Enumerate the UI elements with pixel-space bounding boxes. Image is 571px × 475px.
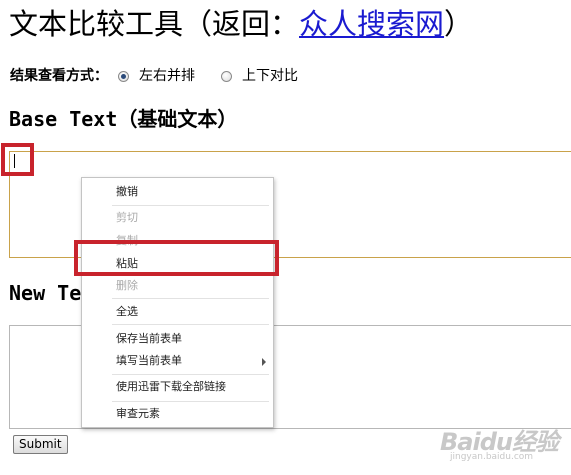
new-text-heading: New Te bbox=[9, 281, 82, 305]
baidu-watermark: Baidu经验 jingyan.baidu.com bbox=[440, 418, 570, 470]
menu-item-delete[interactable]: 删除 bbox=[116, 279, 138, 293]
home-link[interactable]: 众人搜索网 bbox=[299, 7, 444, 41]
menu-separator bbox=[112, 298, 269, 299]
menu-separator bbox=[112, 324, 269, 325]
context-menu: 撤销 剪切 复制 粘贴 删除 全选 保存当前表单 填写当前表单 使用迅雷下载全部… bbox=[81, 177, 274, 428]
radio-unchecked-icon[interactable] bbox=[221, 70, 232, 82]
menu-item-thunder-download[interactable]: 使用迅雷下载全部链接 bbox=[116, 380, 226, 394]
radio-side-by-side-label: 左右并排 bbox=[139, 68, 195, 84]
menu-separator bbox=[112, 401, 269, 402]
submit-button[interactable]: Submit bbox=[13, 435, 68, 454]
menu-item-inspect[interactable]: 审查元素 bbox=[116, 407, 160, 421]
title-suffix: ） bbox=[444, 7, 474, 41]
base-text-heading: Base Text（基础文本） bbox=[9, 107, 238, 131]
watermark-url: jingyan.baidu.com bbox=[450, 452, 534, 462]
submenu-arrow-icon bbox=[262, 358, 266, 366]
radio-top-bottom-label: 上下对比 bbox=[242, 68, 298, 84]
menu-item-cut[interactable]: 剪切 bbox=[116, 211, 138, 225]
view-mode-row: 结果查看方式： 左右并排 上下对比 bbox=[10, 66, 324, 86]
menu-item-save-form[interactable]: 保存当前表单 bbox=[116, 332, 182, 346]
page-title: 文本比较工具（返回：众人搜索网） bbox=[9, 6, 473, 42]
menu-separator bbox=[112, 374, 269, 375]
menu-item-select-all[interactable]: 全选 bbox=[116, 305, 138, 319]
title-prefix: 文本比较工具（返回： bbox=[9, 7, 300, 41]
highlight-box-caret bbox=[1, 143, 34, 176]
radio-side-by-side[interactable]: 左右并排 bbox=[118, 66, 195, 86]
radio-checked-icon[interactable] bbox=[118, 70, 129, 82]
menu-separator bbox=[112, 205, 269, 206]
highlight-box-paste bbox=[74, 240, 279, 276]
menu-item-fill-form[interactable]: 填写当前表单 bbox=[116, 354, 182, 368]
view-mode-label: 结果查看方式： bbox=[10, 68, 108, 84]
radio-top-bottom[interactable]: 上下对比 bbox=[221, 66, 298, 86]
menu-item-undo[interactable]: 撤销 bbox=[116, 185, 138, 199]
